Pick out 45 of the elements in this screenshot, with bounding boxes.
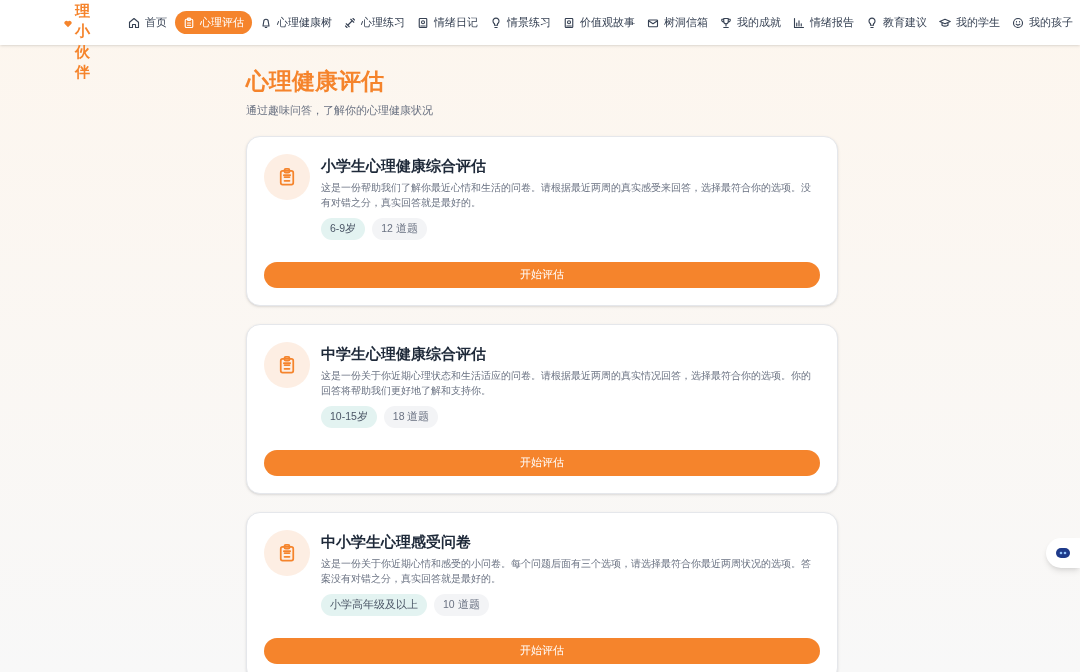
lightbulb-icon <box>490 16 502 29</box>
card-title: 小学生心理健康综合评估 <box>321 156 487 177</box>
bell-icon <box>260 16 272 29</box>
age-tag: 6-9岁 <box>321 218 366 240</box>
bar-chart-icon <box>793 16 805 29</box>
nav-item[interactable]: 心理健康树 <box>256 11 336 34</box>
question-count-tag: 12 道题 <box>372 218 427 240</box>
nav-item[interactable]: 情绪日记 <box>413 11 482 34</box>
question-count-tag: 10 道题 <box>434 593 489 616</box>
chatbot-button[interactable] <box>1046 538 1080 568</box>
nav-item[interactable]: 情绪报告 <box>789 11 858 34</box>
robot-icon <box>1055 547 1071 559</box>
clipboard-icon <box>183 16 195 29</box>
graduation-cap-icon <box>939 16 951 29</box>
question-count-tag: 18 道题 <box>383 406 439 428</box>
card-description: 这是一份关于你近期心理状态和生活适应的问卷。请根据最近两周的真实情况回答，选择最符合你的选项。你的回答将帮助我们更好地了解和支持你。 <box>321 369 812 398</box>
age-tag: 小学高年级及以上 <box>321 593 427 616</box>
nav-item[interactable]: 我的成就 <box>716 11 785 34</box>
card-description: 这是一份关于你近期心情和感受的小问卷。每个问题后面有三个选项，请选择最符合你最近两周状况的选项。答案没有对错之分，真实回答就是最好的。 <box>321 556 812 586</box>
card-title: 中小学生心理感受问卷 <box>321 531 472 552</box>
nav-item[interactable]: 我的学生 <box>935 11 1004 34</box>
mail-icon <box>647 16 659 29</box>
nav-item[interactable]: 心理练习 <box>340 11 409 34</box>
trophy-icon <box>720 16 732 29</box>
lightbulb-icon <box>866 16 878 29</box>
heart-icon <box>64 20 72 28</box>
nav-item[interactable]: 首页 <box>124 11 171 34</box>
nav-item[interactable]: 教育建议 <box>862 11 931 34</box>
age-tag: 10-15岁 <box>321 406 377 428</box>
clipboard-icon <box>264 342 310 388</box>
card-description: 这是一份帮助我们了解你最近心情和生活的问卷。请根据最近两周的真实感受来回答，选择最符合你的选项。没有对错之分，真实回答就是最好的。 <box>321 181 812 211</box>
nav-item[interactable]: 价值观故事 <box>559 11 639 34</box>
page-title: 心理健康评估 <box>246 67 385 96</box>
dumbbell-icon <box>344 16 356 29</box>
nav-item[interactable]: 我的孩子 <box>1008 11 1077 34</box>
clipboard-icon <box>264 154 310 201</box>
nav-item[interactable]: 情景练习 <box>486 11 555 34</box>
book-icon <box>563 16 575 29</box>
clipboard-icon <box>264 529 310 576</box>
home-icon <box>128 16 140 29</box>
smile-icon <box>1012 16 1024 29</box>
nav-item[interactable]: 树洞信箱 <box>643 11 712 34</box>
page-subtitle: 通过趣味问答，了解你的心理健康状况 <box>246 102 434 118</box>
card-title: 中学生心理健康综合评估 <box>321 344 487 364</box>
book-icon <box>417 16 429 29</box>
